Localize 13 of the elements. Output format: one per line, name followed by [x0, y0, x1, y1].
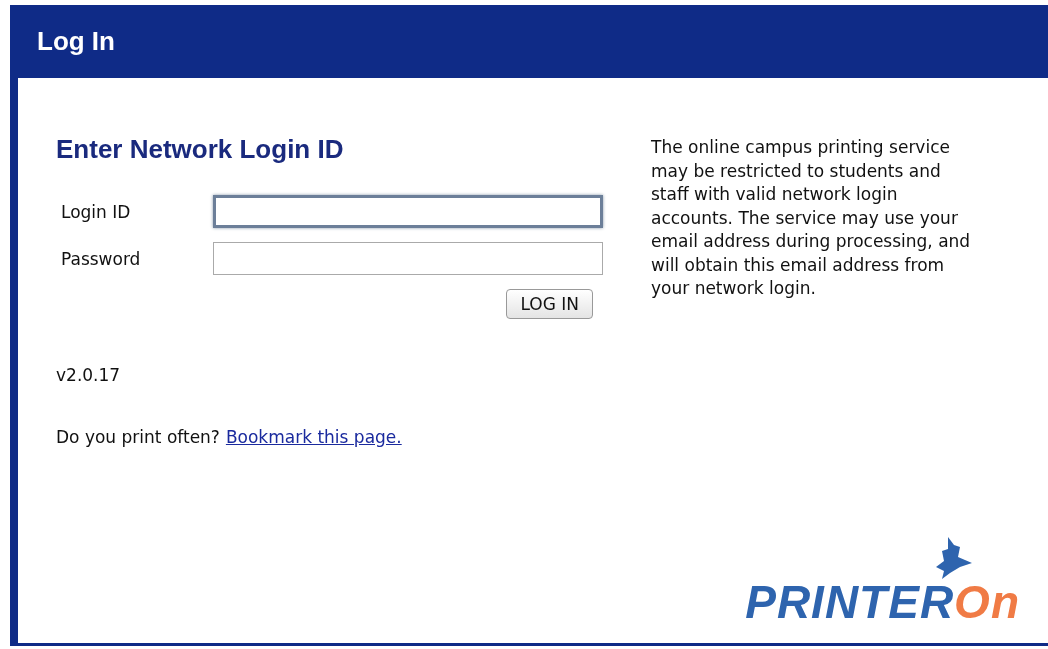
version-text: v2.0.17 [56, 365, 122, 385]
bird-icon [936, 537, 972, 579]
input-field[interactable] [213, 195, 603, 228]
field-label: Login ID [60, 201, 132, 222]
notice-text: The online campus printing service may be restricted to students and staff with valid network login accounts. The service may use your email address during processing, and will obtain this email address from your network login. [651, 136, 972, 300]
input-field[interactable] [213, 242, 603, 275]
panel-title: Log In [37, 26, 115, 57]
login-button[interactable]: LOG IN [506, 289, 593, 319]
bookmark-link[interactable]: Bookmark this page. [225, 427, 402, 447]
field-label: Password [60, 248, 142, 269]
bookmark-prompt: Do you print often? [56, 427, 220, 447]
form-heading: Enter Network Login ID [56, 134, 345, 165]
logo-text: PRINTEROn [745, 575, 1020, 629]
